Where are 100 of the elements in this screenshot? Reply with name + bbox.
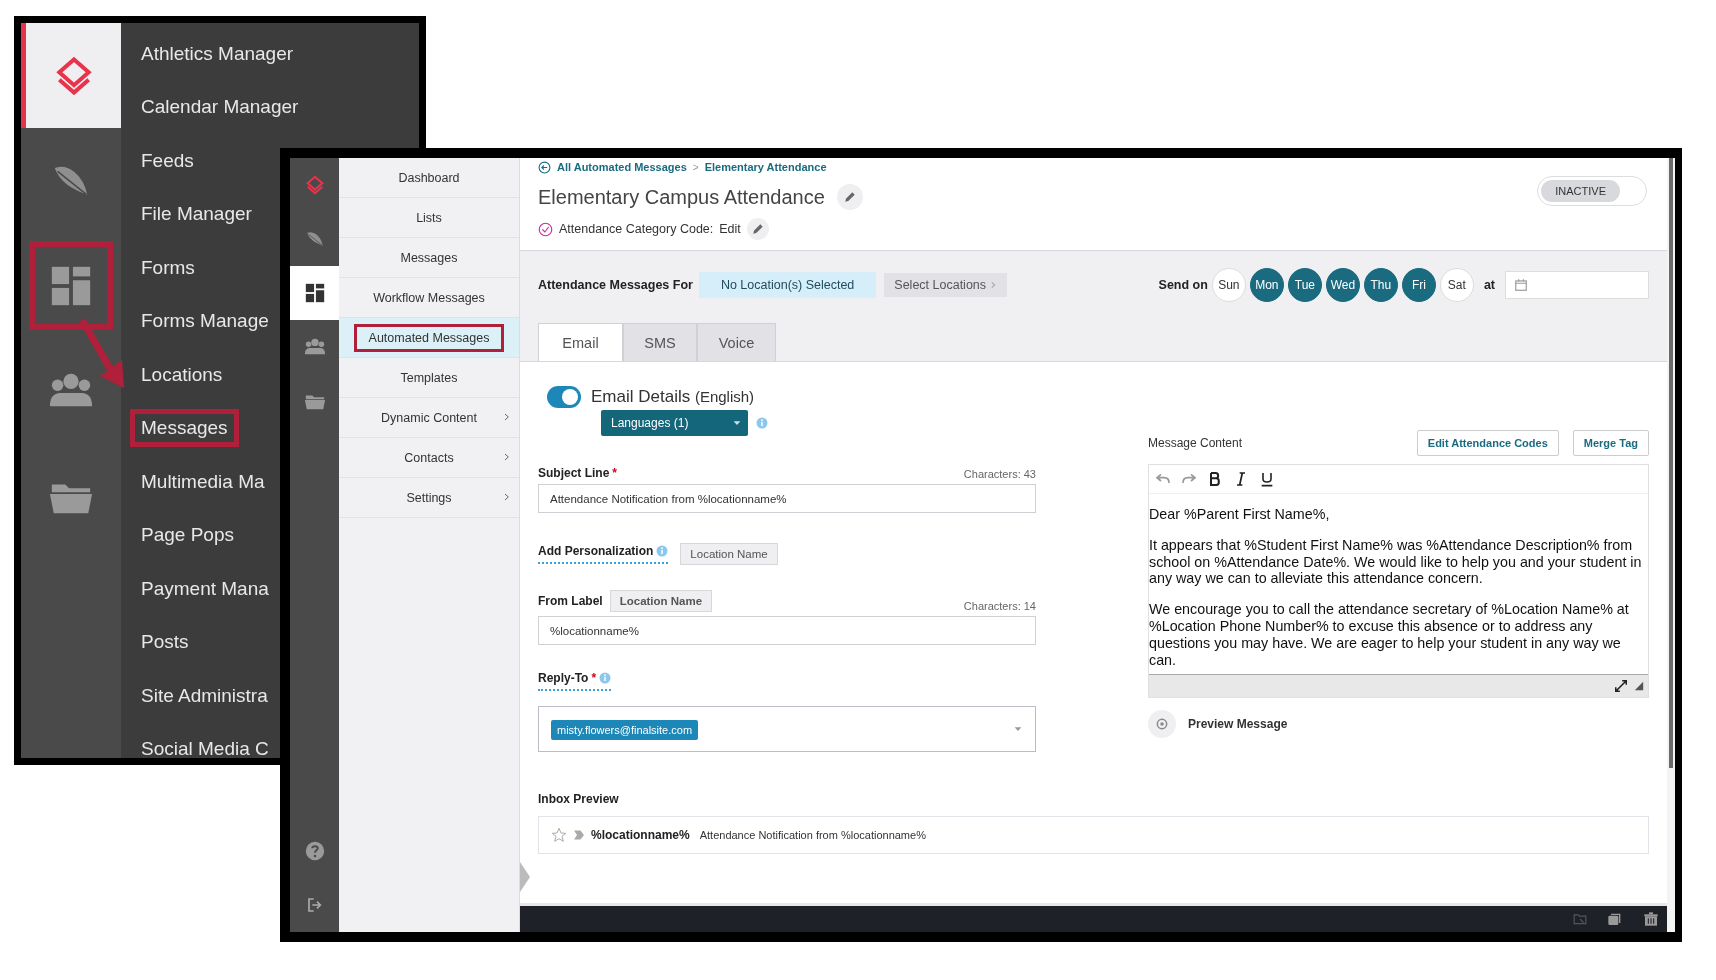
sender-name: %locationname% [591, 828, 690, 842]
day-toggle[interactable]: Mon [1249, 268, 1284, 302]
message-paragraph: Dear %Parent First Name%, [1149, 506, 1331, 523]
location-chip: No Location(s) Selected [698, 272, 877, 298]
field-label: Message Content [1148, 436, 1243, 450]
scrollbar[interactable] [1667, 158, 1675, 932]
breadcrumb-link[interactable]: All Automated Messages [557, 161, 687, 173]
star-icon [551, 827, 567, 843]
status-toggle[interactable]: INACTIVE [1537, 176, 1647, 206]
nav-item[interactable]: Settings [339, 478, 519, 518]
required-mark: * [591, 671, 597, 685]
field-label: at [1483, 278, 1495, 292]
menu-item[interactable]: Forms Manage [135, 307, 275, 336]
back-icon [538, 160, 551, 174]
menu-item[interactable]: Payment Mana [135, 574, 275, 603]
field-label: Attendance Category Code: [559, 222, 714, 236]
chevron-icon [990, 280, 998, 290]
tab[interactable]: Voice [697, 323, 776, 361]
nav-item[interactable]: Lists [339, 198, 519, 238]
edit-title-button[interactable] [836, 184, 863, 210]
nav-item[interactable]: Dynamic Content [339, 398, 519, 438]
menu-item[interactable]: File Manager [135, 200, 258, 229]
menu-item[interactable]: Posts [135, 628, 195, 657]
nav-item[interactable]: Templates [339, 358, 519, 398]
menu-item[interactable]: Social Media C [135, 735, 275, 758]
time-field[interactable] [1505, 271, 1649, 299]
menu-item[interactable]: Feeds [135, 146, 200, 175]
caret-icon [1013, 724, 1023, 734]
from-label-field[interactable]: %locationname% [538, 616, 1036, 645]
expand-icon[interactable] [1614, 679, 1628, 694]
day-toggle[interactable]: Sun [1211, 268, 1246, 302]
rich-text-editor[interactable] [1148, 464, 1649, 699]
check-circle-icon [538, 221, 553, 237]
caret-icon [732, 418, 742, 428]
info-icon [756, 417, 768, 429]
nav-item[interactable]: Contacts [339, 438, 519, 478]
preview-button[interactable] [1148, 710, 1176, 739]
dashboard-icon[interactable] [303, 282, 326, 304]
menu-item[interactable]: Forms [135, 253, 201, 282]
resize-handle-icon[interactable] [1634, 681, 1644, 692]
day-toggle[interactable]: Thu [1363, 268, 1398, 302]
menu-item[interactable]: Multimedia Ma [135, 467, 271, 496]
menu-item[interactable]: Messages [130, 409, 239, 448]
trash-icon[interactable] [1643, 911, 1659, 927]
breadcrumb-separator: > [692, 161, 699, 173]
merge-tag-chip[interactable]: Location Name [609, 590, 713, 612]
calendar-icon [1514, 278, 1528, 292]
outline-button[interactable]: Merge Tag [1572, 430, 1649, 456]
section-title: Inbox Preview [538, 792, 620, 806]
preview-link[interactable]: Preview Message [1188, 717, 1288, 732]
chevron-icon [503, 411, 511, 423]
menu-item[interactable]: Site Administra [135, 681, 274, 710]
outline-button[interactable]: Edit Attendance Codes [1416, 430, 1559, 456]
menu-item[interactable]: Calendar Manager [135, 93, 305, 122]
logout-icon[interactable] [306, 897, 323, 913]
page-title: Elementary Campus Attendance [538, 185, 825, 209]
chevron-icon [503, 451, 511, 463]
menu-item[interactable]: Athletics Manager [135, 39, 300, 68]
field-label: Attendance Messages For [538, 278, 693, 292]
breadcrumb-link[interactable]: Elementary Attendance [704, 161, 827, 173]
subject-field[interactable]: Attendance Notification from %locationname% [538, 484, 1036, 513]
bold-icon[interactable] [1207, 471, 1223, 487]
menu-item[interactable]: Locations [135, 360, 229, 389]
status-label: INACTIVE [1541, 180, 1620, 202]
tab[interactable]: SMS [623, 323, 697, 361]
help-icon[interactable] [303, 840, 326, 862]
select-locations-button[interactable]: Select Locations [884, 273, 1008, 297]
day-toggle[interactable]: Fri [1401, 268, 1436, 302]
section-title: Email Details (English) [591, 387, 755, 407]
day-toggle[interactable]: Wed [1325, 268, 1360, 302]
label-tag-icon [573, 828, 585, 842]
day-toggle[interactable]: Sat [1439, 268, 1474, 302]
reply-to-select[interactable]: misty.flowers@finalsite.com [538, 706, 1036, 752]
message-paragraph: We encourage you to call the attendance secretary of %Location Name% at %Location Phone Number% to excuse this absence or to address any questions you may have. We are eager to help your student in any way we can. [1149, 601, 1630, 669]
nav-item[interactable]: Automated Messages [339, 318, 519, 358]
toggle-switch[interactable] [547, 386, 581, 408]
underline-icon[interactable] [1259, 471, 1275, 487]
info-icon [599, 672, 612, 684]
field-label: From Label [538, 594, 603, 608]
field-label: Subject Line [538, 466, 610, 480]
eye-icon [1155, 717, 1169, 732]
languages-dropdown[interactable]: Languages (1) [601, 410, 748, 436]
email-subject: Attendance Notification from %locationname% [699, 829, 926, 841]
field-value: Edit [719, 222, 741, 236]
callout-frame: Automated Messages [353, 323, 505, 352]
tab[interactable]: Email [538, 323, 623, 361]
merge-tag-chip[interactable]: Location Name [680, 543, 778, 565]
character-count: Characters: 14 [963, 600, 1036, 612]
menu-item[interactable]: Page Pops [135, 521, 240, 550]
pencil-icon [842, 190, 857, 204]
pencil-icon [750, 222, 765, 236]
character-count: Characters: 43 [963, 468, 1036, 480]
field-label: Reply-To [538, 671, 589, 685]
email-token[interactable]: misty.flowers@finalsite.com [551, 720, 699, 740]
folder-icon[interactable] [1573, 912, 1587, 926]
copy-icon[interactable] [1607, 911, 1623, 927]
nav-item[interactable]: Messages [339, 238, 519, 278]
day-toggle[interactable]: Tue [1287, 268, 1322, 302]
edit-code-button[interactable] [746, 218, 769, 240]
nav-item[interactable]: Dashboard [339, 158, 519, 198]
